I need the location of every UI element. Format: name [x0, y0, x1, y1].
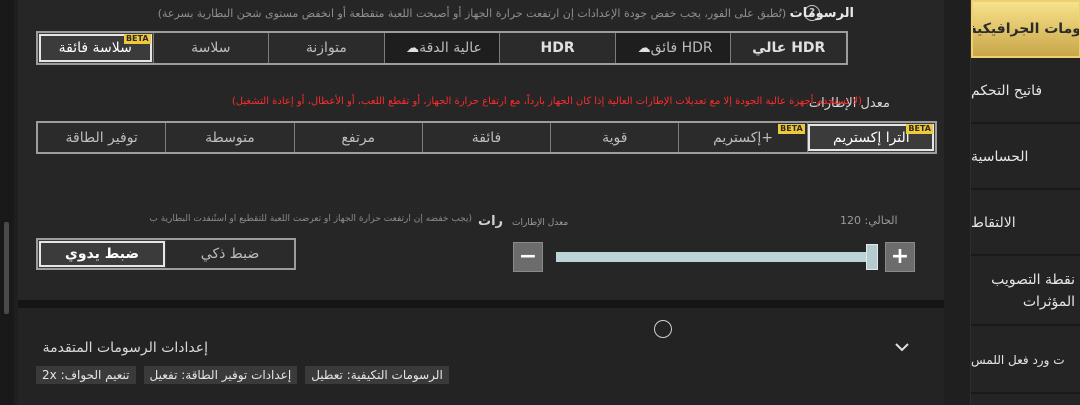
tag-power-saving: إعدادات توفير الطاقة: تفعيل: [143, 366, 298, 384]
fps-current-readout: الحالي: 120: [840, 214, 898, 227]
graphics-option-high-res[interactable]: ☁ عالية الدقة: [383, 33, 500, 63]
sidebar-item-label: نقطة التصويب المؤثرات: [991, 272, 1075, 310]
frame-rate-option-power-saving[interactable]: توفير الطاقة: [38, 123, 165, 152]
option-label: عالية الدقة: [419, 40, 482, 56]
frame-rate-option-ultra[interactable]: فائقة: [421, 123, 550, 152]
fps-limit-label: رات: [478, 214, 504, 229]
option-label: مرتفع: [341, 129, 376, 146]
left-edge: [0, 0, 14, 405]
tag-anti-aliasing: تنعيم الحواف: 2x: [36, 366, 136, 384]
scrollbar[interactable]: [4, 222, 9, 314]
option-label: HDR: [540, 40, 575, 56]
section-divider: [18, 300, 944, 308]
fps-mode-toggle: ضبط يدوي ضبط ذكي: [36, 238, 296, 270]
decrease-button[interactable]: −: [513, 242, 543, 272]
option-label: توفير الطاقة: [65, 129, 138, 146]
fps-limit-note: (يجب خفضه إن ارتفعت حرارة الجهاز أو تعرض…: [149, 214, 472, 224]
beta-badge: BETA: [906, 124, 933, 134]
sidebar-item-sensitivity[interactable]: الحساسية: [971, 126, 1080, 190]
beta-badge: BETA: [778, 124, 805, 134]
option-label: فائقة: [471, 129, 502, 146]
minus-icon: −: [518, 244, 538, 269]
frame-rate-warning: (لا تستخدم أجهزة عالية الجودة إلا مع تعد…: [231, 96, 862, 107]
sidebar-item-crosshair[interactable]: نقطة التصويب المؤثرات: [971, 258, 1080, 326]
option-label: فائق HDR: [650, 40, 713, 56]
graphics-option-hdr-high[interactable]: عالي HDR: [730, 33, 846, 63]
tag-adaptive-graphics: الرسومات التكيفية: تعطيل: [305, 366, 449, 384]
sidebar-item-label: الالتقاط: [971, 215, 1016, 231]
fps-current-value: 120: [840, 214, 861, 227]
frame-rate-option-extreme-plus[interactable]: BETA إكستريم+: [678, 123, 806, 152]
cloud-download-icon: ☁: [637, 40, 651, 56]
fps-slider-title: معدل الإطارات: [512, 218, 569, 228]
sidebar-item-label: فاتيح التحكم: [971, 83, 1043, 99]
smart-mode-button[interactable]: ضبط ذكي: [166, 240, 294, 268]
plus-icon: +: [890, 244, 910, 269]
sidebar-item-label: رومات الجرافيكية: [971, 21, 1080, 37]
beta-badge: BETA: [123, 34, 151, 44]
sidebar-item-haptics[interactable]: ت ورد فعل اللمس: [971, 328, 1080, 394]
sidebar-item-label: الحساسية: [971, 149, 1029, 165]
fps-current-label: الحالي:: [864, 214, 898, 227]
sidebar-item-graphics[interactable]: رومات الجرافيكية: [971, 0, 1080, 58]
option-label: سلاسة فائقة: [58, 40, 132, 56]
graphics-option-extra-smooth[interactable]: BETA سلاسة فائقة: [37, 33, 153, 63]
manual-mode-button[interactable]: ضبط يدوي: [38, 240, 166, 268]
fps-slider-fill: [556, 252, 874, 262]
option-label: عالي HDR: [752, 40, 826, 56]
option-label: ألترا إكستريم: [833, 129, 910, 146]
option-label: متوسطة: [205, 129, 255, 146]
fps-slider-track[interactable]: [556, 252, 874, 262]
option-label: إكستريم+: [713, 129, 774, 146]
frame-rate-option-ultra-extreme[interactable]: BETA ألترا إكستريم: [806, 123, 935, 152]
option-label: قوية: [602, 129, 628, 146]
cloud-download-icon: ☁: [406, 40, 420, 56]
option-label: سلاسة: [191, 40, 231, 56]
graphics-option-balanced[interactable]: متوازنة: [268, 33, 384, 63]
graphics-note: (تُطبق على الفور، يجب خفض جودة الإعدادات…: [157, 7, 787, 20]
sidebar-item-pickup[interactable]: الالتقاط: [971, 192, 1080, 256]
fps-slider-thumb[interactable]: [866, 244, 878, 270]
graphics-option-hdr[interactable]: HDR: [499, 33, 615, 63]
option-label: متوازنة: [305, 40, 347, 56]
graphics-quality-selector: عالي HDR ☁ فائق HDR HDR ☁ عالية الدقة متوا…: [36, 31, 848, 65]
sidebar-item-controls[interactable]: فاتيح التحكم: [971, 60, 1080, 124]
frame-rate-option-strong[interactable]: قوية: [550, 123, 678, 152]
frame-rate-option-high[interactable]: مرتفع: [293, 123, 422, 152]
sidebar-item-label: ت ورد فعل اللمس: [971, 353, 1065, 367]
graphics-option-hdr-ultra[interactable]: ☁ فائق HDR: [614, 33, 731, 63]
increase-button[interactable]: +: [885, 242, 915, 272]
advanced-tags: الرسومات التكيفية: تعطيل إعدادات توفير ا…: [36, 366, 449, 384]
settings-sidebar: رومات الجرافيكية فاتيح التحكم الحساسية ا…: [970, 0, 1080, 405]
loading-circle-icon: [654, 320, 672, 338]
advanced-settings-title: إعدادات الرسومات المتقدمة: [42, 340, 208, 356]
frame-rate-selector: BETA ألترا إكستريم BETA إكستريم+ قوية فائق…: [36, 121, 937, 154]
chevron-down-icon[interactable]: [893, 338, 911, 356]
graphics-title: الرسومات: [789, 6, 854, 21]
graphics-option-smooth[interactable]: سلاسة: [152, 33, 269, 63]
advanced-panel: [18, 308, 944, 405]
graphics-header: الرسومات (تُطبق على الفور، يجب خفض جودة …: [158, 6, 854, 21]
frame-rate-option-medium[interactable]: متوسطة: [165, 123, 293, 152]
